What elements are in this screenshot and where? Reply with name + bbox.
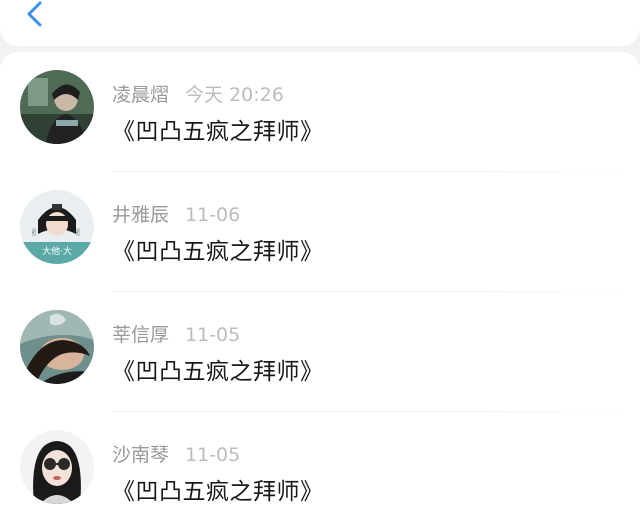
- list-item[interactable]: 沙南琴 11-05 《凹凸五疯之拜师》: [0, 412, 640, 532]
- avatar-caption: 大他·大: [42, 245, 72, 257]
- top-bar: [0, 0, 640, 46]
- sender-name[interactable]: 凌晨熠: [112, 84, 169, 106]
- avatar[interactable]: [20, 310, 94, 384]
- list-item[interactable]: 凌晨熠 今天 20:26 《凹凸五疯之拜师》: [0, 52, 640, 172]
- message-meta: 沙南琴 11-05: [112, 440, 240, 467]
- message-meta: 莘信厚 11-05: [112, 320, 240, 347]
- sender-name[interactable]: 莘信厚: [112, 324, 169, 346]
- avatar[interactable]: ✌ ✌ 大他·大: [20, 190, 94, 264]
- list-item[interactable]: 莘信厚 11-05 《凹凸五疯之拜师》: [0, 292, 640, 412]
- message-text: 《凹凸五疯之拜师》: [112, 359, 324, 385]
- message-time: 11-05: [185, 324, 241, 346]
- list-item[interactable]: ✌ ✌ 大他·大 井雅辰 11-06 《凹凸五疯之拜师》: [0, 172, 640, 292]
- avatar[interactable]: [20, 70, 94, 144]
- message-list: 凌晨熠 今天 20:26 《凹凸五疯之拜师》 ✌ ✌ 大他·大 井雅辰 11-06 …: [0, 52, 640, 532]
- message-time: 11-06: [185, 204, 241, 226]
- message-text: 《凹凸五疯之拜师》: [112, 479, 324, 505]
- message-text: 《凹凸五疯之拜师》: [112, 119, 324, 145]
- message-text: 《凹凸五疯之拜师》: [112, 239, 324, 265]
- svg-text:✌: ✌: [30, 228, 38, 239]
- avatar[interactable]: [20, 430, 94, 504]
- message-meta: 凌晨熠 今天 20:26: [112, 80, 284, 107]
- svg-text:✌: ✌: [74, 228, 82, 239]
- sender-name[interactable]: 井雅辰: [112, 204, 169, 226]
- message-meta: 井雅辰 11-06: [112, 200, 240, 227]
- message-time: 今天 20:26: [185, 84, 284, 106]
- message-time: 11-05: [185, 444, 241, 466]
- chevron-left-icon: [27, 1, 42, 27]
- sender-name[interactable]: 沙南琴: [112, 444, 169, 466]
- back-button[interactable]: [20, 0, 50, 30]
